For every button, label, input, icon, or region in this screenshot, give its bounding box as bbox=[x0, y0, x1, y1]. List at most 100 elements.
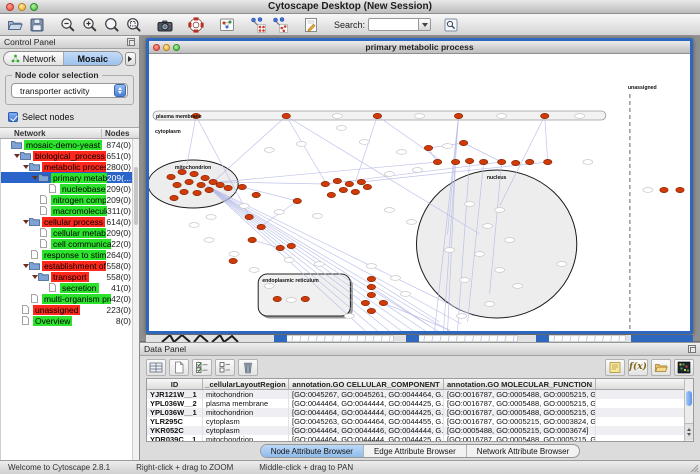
graph-node[interactable] bbox=[229, 258, 237, 263]
network-overview-icon[interactable] bbox=[216, 15, 238, 35]
graph-node-unselected[interactable] bbox=[583, 160, 593, 165]
tab-network[interactable]: Network bbox=[4, 52, 64, 65]
graph-node-unselected[interactable] bbox=[396, 150, 406, 155]
graph-node[interactable] bbox=[424, 145, 432, 150]
expand-arrow-icon[interactable] bbox=[32, 275, 38, 282]
table-cell[interactable]: YKR052C bbox=[147, 426, 203, 435]
graph-node[interactable] bbox=[224, 185, 232, 190]
graph-node[interactable] bbox=[252, 192, 260, 197]
table-cell[interactable]: YJR121W__1 bbox=[147, 390, 203, 399]
graph-node-unselected[interactable] bbox=[460, 278, 470, 283]
graph-node[interactable] bbox=[379, 300, 387, 305]
graph-node-unselected[interactable] bbox=[497, 114, 507, 119]
graph-node-unselected[interactable] bbox=[412, 168, 422, 173]
zoom-actual-icon[interactable] bbox=[101, 15, 123, 35]
graph-node-unselected[interactable] bbox=[264, 148, 274, 153]
graph-node[interactable] bbox=[287, 243, 295, 248]
minimize-window-button[interactable] bbox=[18, 3, 26, 11]
tab-scroll-right-button[interactable] bbox=[125, 52, 136, 66]
graph-node[interactable] bbox=[201, 175, 209, 180]
search-dropdown-button[interactable] bbox=[418, 18, 431, 31]
graph-node-unselected[interactable] bbox=[505, 238, 515, 243]
graph-node-unselected[interactable] bbox=[332, 114, 342, 119]
graph-node[interactable] bbox=[363, 184, 371, 189]
graph-node[interactable] bbox=[454, 113, 462, 118]
search-input[interactable] bbox=[368, 18, 418, 31]
tree-column-network[interactable]: Network bbox=[0, 129, 101, 138]
tree-row[interactable]: primary metabol209(... bbox=[1, 172, 139, 183]
graph-node[interactable] bbox=[276, 245, 284, 250]
table-row[interactable]: YJR121W__1mitochondrion[GO:0045267, GO:0… bbox=[147, 390, 693, 399]
tree-scrollbar-thumb[interactable] bbox=[134, 167, 138, 225]
table-vertical-scrollbar[interactable] bbox=[684, 379, 693, 441]
table-cell[interactable]: mitochondrion bbox=[203, 408, 289, 417]
annotation-icon[interactable] bbox=[300, 15, 322, 35]
tree-row[interactable]: mosaic-demo-yeast874(0) bbox=[1, 139, 139, 150]
scrollbar-thumb[interactable] bbox=[686, 391, 692, 406]
graph-node[interactable] bbox=[367, 292, 375, 297]
graph-node[interactable] bbox=[180, 189, 188, 194]
graph-node[interactable] bbox=[373, 113, 381, 118]
graph-node[interactable] bbox=[660, 187, 668, 192]
expand-arrow-icon[interactable] bbox=[32, 176, 38, 183]
table-row[interactable]: YDR039C__1mitochondrion[GO:0044464, GO:0… bbox=[147, 435, 693, 442]
graph-node-unselected[interactable] bbox=[465, 202, 475, 207]
graph-node[interactable] bbox=[167, 174, 175, 179]
notes-icon[interactable] bbox=[605, 359, 625, 376]
graph-node-unselected[interactable] bbox=[400, 292, 410, 297]
tree-row[interactable]: biological_process651(0) bbox=[1, 150, 139, 161]
table-row[interactable]: YLR295Ccytoplasm[GO:0045263, GO:0044464,… bbox=[147, 417, 693, 426]
layout-nodes-icon[interactable] bbox=[247, 15, 269, 35]
graph-node-unselected[interactable] bbox=[443, 144, 453, 149]
graph-node-unselected[interactable] bbox=[336, 126, 346, 131]
table-cell[interactable]: [GO:0044464, GO:0044444, GO:0044425, G..… bbox=[289, 399, 444, 408]
zoom-fit-icon[interactable] bbox=[123, 15, 145, 35]
expand-arrow-icon[interactable] bbox=[23, 165, 29, 172]
graph-node[interactable] bbox=[333, 178, 341, 183]
graph-node-unselected[interactable] bbox=[390, 276, 400, 281]
tab-node-attribute-browser[interactable]: Node Attribute Browser bbox=[261, 445, 364, 457]
graph-node-unselected[interactable] bbox=[249, 268, 259, 273]
table-cell[interactable]: [GO:0044464, GO:0044446, GO:0044444, G..… bbox=[289, 426, 444, 435]
graph-node[interactable] bbox=[459, 140, 467, 145]
graph-node[interactable] bbox=[185, 179, 193, 184]
table-cell[interactable]: plasma membrane bbox=[203, 399, 289, 408]
table-cell[interactable]: [GO:0005488, GO:0005215, GO:0003674] bbox=[444, 426, 596, 435]
graph-node-unselected[interactable] bbox=[414, 114, 424, 119]
graph-node-unselected[interactable] bbox=[366, 264, 376, 269]
window-titlebar[interactable]: Cytoscape Desktop (New Session) bbox=[0, 0, 700, 14]
graph-node[interactable] bbox=[216, 182, 224, 187]
help-icon[interactable] bbox=[185, 15, 207, 35]
graph-node-unselected[interactable] bbox=[575, 114, 585, 119]
graph-node[interactable] bbox=[497, 159, 505, 164]
layout-edges-icon[interactable] bbox=[269, 15, 291, 35]
matrix-icon[interactable] bbox=[674, 359, 694, 376]
table-column-header[interactable]: _cellularLayoutRegion bbox=[203, 379, 289, 389]
graph-node[interactable] bbox=[170, 195, 178, 200]
table-cell[interactable]: mitochondrion bbox=[203, 435, 289, 442]
table-cell[interactable]: YPL036W__2 bbox=[147, 399, 203, 408]
graph-node-unselected[interactable] bbox=[312, 214, 322, 219]
graph-node-unselected[interactable] bbox=[229, 252, 239, 257]
scroll-up-icon[interactable] bbox=[687, 426, 691, 431]
table-cell[interactable]: [GO:0016787, GO:0005488, GO:0005215, G..… bbox=[444, 399, 596, 408]
tree-column-nodes[interactable]: Nodes bbox=[101, 129, 139, 138]
table-column-header[interactable]: annotation.GO MOLECULAR_FUNCTION bbox=[444, 379, 596, 389]
table-row[interactable]: YPL036W__2plasma membrane[GO:0044464, GO… bbox=[147, 399, 693, 408]
graph-node[interactable] bbox=[676, 187, 684, 192]
tree-scrollbar[interactable] bbox=[132, 139, 139, 460]
open-session-icon[interactable] bbox=[4, 15, 26, 35]
tree-row[interactable]: cell communicat22(0) bbox=[1, 238, 139, 249]
table-cell[interactable]: [GO:0044464, GO:0044444, GO:0044425, G..… bbox=[289, 408, 444, 417]
table-cell[interactable]: cytoplasm bbox=[203, 417, 289, 426]
tree-row[interactable]: unassigned223(0) bbox=[1, 304, 139, 315]
table-cell[interactable]: [GO:0045263, GO:0044464, GO:0044455, G..… bbox=[289, 417, 444, 426]
network-view-titlebar[interactable]: primary metabolic process bbox=[149, 41, 690, 54]
table-cell[interactable]: mitochondrion bbox=[203, 390, 289, 399]
region-nucleus[interactable] bbox=[416, 170, 576, 318]
graph-node-unselected[interactable] bbox=[406, 220, 416, 225]
table-cell[interactable]: [GO:0044464, GO:0044444, GO:0044425, G..… bbox=[289, 435, 444, 442]
table-row[interactable]: YPL036W__1mitochondrion[GO:0044464, GO:0… bbox=[147, 408, 693, 417]
graph-node-unselected[interactable] bbox=[445, 248, 455, 253]
graph-node-unselected[interactable] bbox=[284, 258, 294, 263]
